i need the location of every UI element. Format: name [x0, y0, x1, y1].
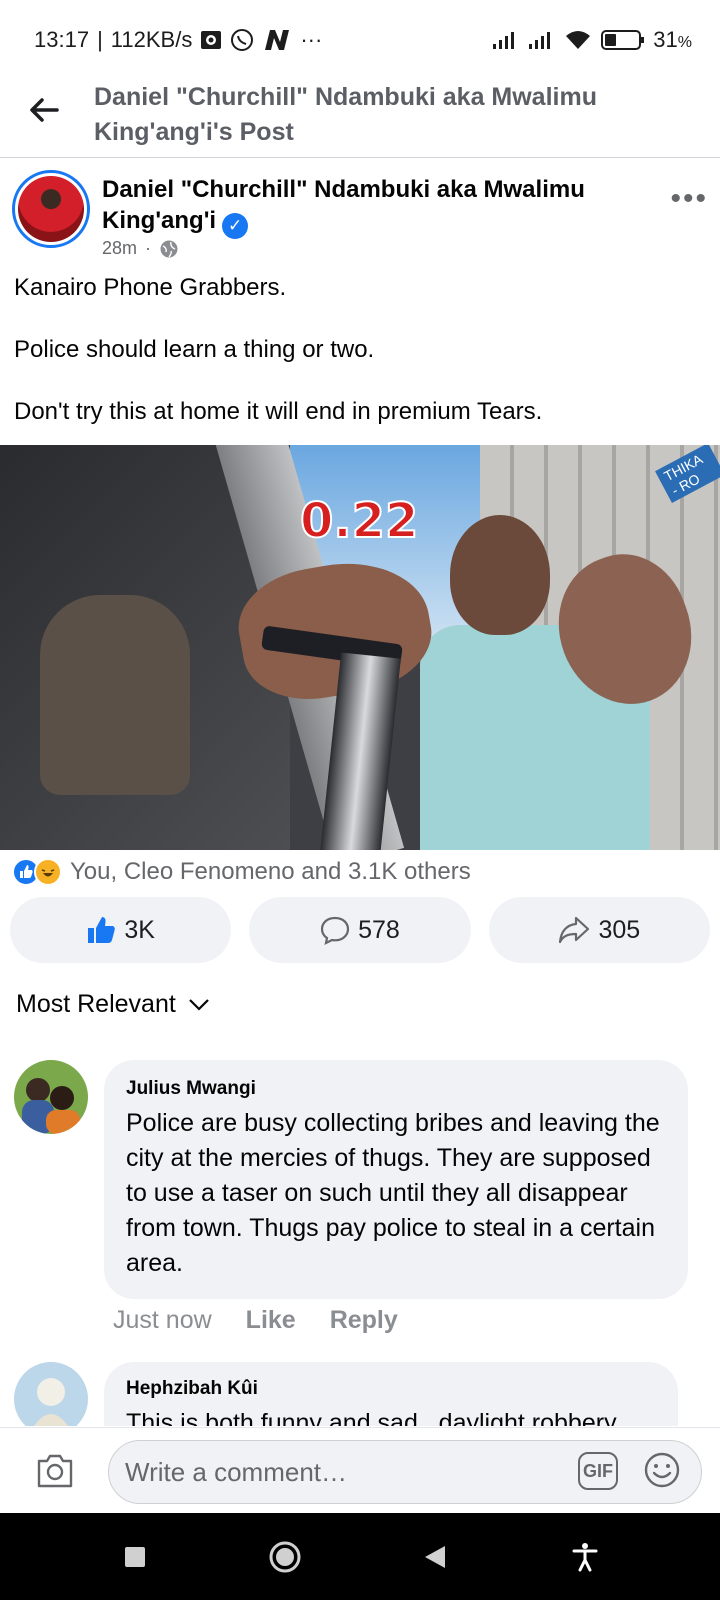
- commenter-name[interactable]: Julius Mwangi: [126, 1078, 666, 1100]
- commenter-name[interactable]: Hephzibah Kûi: [126, 1378, 656, 1400]
- comment-reply-button[interactable]: Reply: [330, 1306, 398, 1335]
- triangle-back-icon: [425, 1545, 445, 1568]
- post-time[interactable]: 28m: [102, 238, 137, 259]
- comment-text: This is both funny and sad...daylight ro…: [126, 1409, 617, 1426]
- network-speed: 112KB/s: [110, 27, 193, 52]
- haha-reaction-icon: [34, 858, 62, 886]
- comment-actions: Just now Like Reply: [113, 1306, 398, 1335]
- video-car-seat: [40, 595, 190, 795]
- signal-icon-2: [527, 30, 555, 50]
- accessibility-icon: [572, 1542, 598, 1571]
- square-icon: [125, 1546, 145, 1567]
- comment-time: Just now: [113, 1306, 212, 1334]
- post-header: Daniel "Churchill" Ndambuki aka Mwalimu …: [12, 170, 712, 266]
- post-paragraph: Kanairo Phone Grabbers.: [14, 274, 287, 301]
- share-arrow-icon: [559, 916, 590, 944]
- app-header: Daniel "Churchill" Ndambuki aka Mwalimu …: [0, 80, 720, 158]
- reactions-summary[interactable]: You, Cleo Fenomeno and 3.1K others: [12, 857, 471, 887]
- gif-button[interactable]: GIF: [578, 1452, 618, 1490]
- comment-clip: Hephzibah Kûi This is both funny and sad…: [0, 1358, 720, 1426]
- more-options-icon[interactable]: •••: [670, 182, 708, 216]
- video-person-head: [450, 515, 550, 635]
- comment-sort-dropdown[interactable]: Most Relevant: [16, 990, 210, 1019]
- post-paragraph: Police should learn a thing or two.: [14, 336, 375, 363]
- share-button[interactable]: 305: [488, 897, 710, 963]
- post-text: Kanairo Phone Grabbers. Police should le…: [14, 272, 704, 458]
- screen-record-icon: [200, 30, 222, 50]
- comment-button[interactable]: 578: [249, 897, 471, 963]
- battery-icon: [601, 29, 645, 51]
- commenter-avatar[interactable]: [14, 1362, 88, 1426]
- video-timer-overlay: 0.22: [299, 492, 419, 550]
- camera-button[interactable]: [34, 1450, 76, 1492]
- status-bar: 13:17 | 112KB/s ··· 31%: [0, 0, 720, 80]
- author-name[interactable]: Daniel "Churchill" Ndambuki aka Mwalimu …: [102, 174, 622, 239]
- accessibility-button[interactable]: [561, 1533, 609, 1581]
- status-right: 31%: [491, 27, 692, 53]
- news-app-icon: [262, 28, 292, 52]
- comment-like-button[interactable]: Like: [246, 1306, 296, 1335]
- battery-level: 31%: [653, 27, 692, 53]
- chevron-down-icon: [189, 998, 209, 1011]
- like-button[interactable]: 3K: [10, 897, 232, 963]
- separator: |: [97, 27, 103, 52]
- reactions-text: You, Cleo Fenomeno and 3.1K others: [70, 858, 471, 885]
- dot-separator: ·: [145, 238, 152, 258]
- comment-count: 578: [358, 915, 400, 944]
- like-count: 3K: [124, 915, 155, 944]
- smiley-icon: [644, 1452, 680, 1488]
- home-button[interactable]: [261, 1533, 309, 1581]
- comment-bubble[interactable]: Julius Mwangi Police are busy collecting…: [104, 1060, 688, 1299]
- back-nav-button[interactable]: [411, 1533, 459, 1581]
- camera-icon: [37, 1454, 73, 1488]
- status-left: 13:17 | 112KB/s ···: [34, 27, 322, 53]
- comment-composer: Write a comment… GIF: [0, 1427, 720, 1513]
- emoji-button[interactable]: [642, 1450, 682, 1490]
- system-nav-bar: [0, 1513, 720, 1600]
- verified-badge-icon: ✓: [222, 212, 249, 239]
- comment-item: Julius Mwangi Police are busy collecting…: [14, 1060, 706, 1320]
- arrow-left-icon: [30, 98, 59, 122]
- thumbs-up-icon: [88, 917, 116, 943]
- wifi-icon: [563, 29, 593, 51]
- author-avatar[interactable]: [12, 170, 90, 248]
- post-actions: 3K 578 305: [10, 897, 710, 963]
- author-name-text: Daniel "Churchill" Ndambuki aka Mwalimu …: [102, 176, 585, 234]
- battery-unit: %: [677, 34, 692, 51]
- avatar-image: [14, 1060, 88, 1134]
- avatar-image: [14, 1362, 88, 1426]
- comment-text: Police are busy collecting bribes and le…: [126, 1109, 660, 1277]
- post-video[interactable]: 0.22 THIKA - RO: [0, 445, 720, 850]
- page-title: Daniel "Churchill" Ndambuki aka Mwalimu …: [94, 83, 597, 146]
- back-button[interactable]: [26, 92, 62, 128]
- battery-percent: 31: [653, 27, 678, 52]
- whatsapp-icon: [230, 28, 254, 52]
- globe-icon: [160, 240, 178, 257]
- sort-label: Most Relevant: [16, 990, 176, 1018]
- comment-icon: [321, 916, 350, 945]
- post-meta: 28m ·: [102, 238, 179, 259]
- more-notifications-icon: ···: [300, 27, 323, 52]
- commenter-avatar[interactable]: [14, 1060, 88, 1134]
- avatar-image: [18, 176, 84, 242]
- clock: 13:17: [34, 27, 90, 52]
- recents-button[interactable]: [111, 1533, 159, 1581]
- share-count: 305: [598, 915, 641, 944]
- post-paragraph: Don't try this at home it will end in pr…: [14, 398, 543, 425]
- signal-icon: [491, 30, 519, 50]
- home-circle-icon: [269, 1541, 301, 1572]
- comment-bubble[interactable]: Hephzibah Kûi This is both funny and sad…: [104, 1362, 678, 1426]
